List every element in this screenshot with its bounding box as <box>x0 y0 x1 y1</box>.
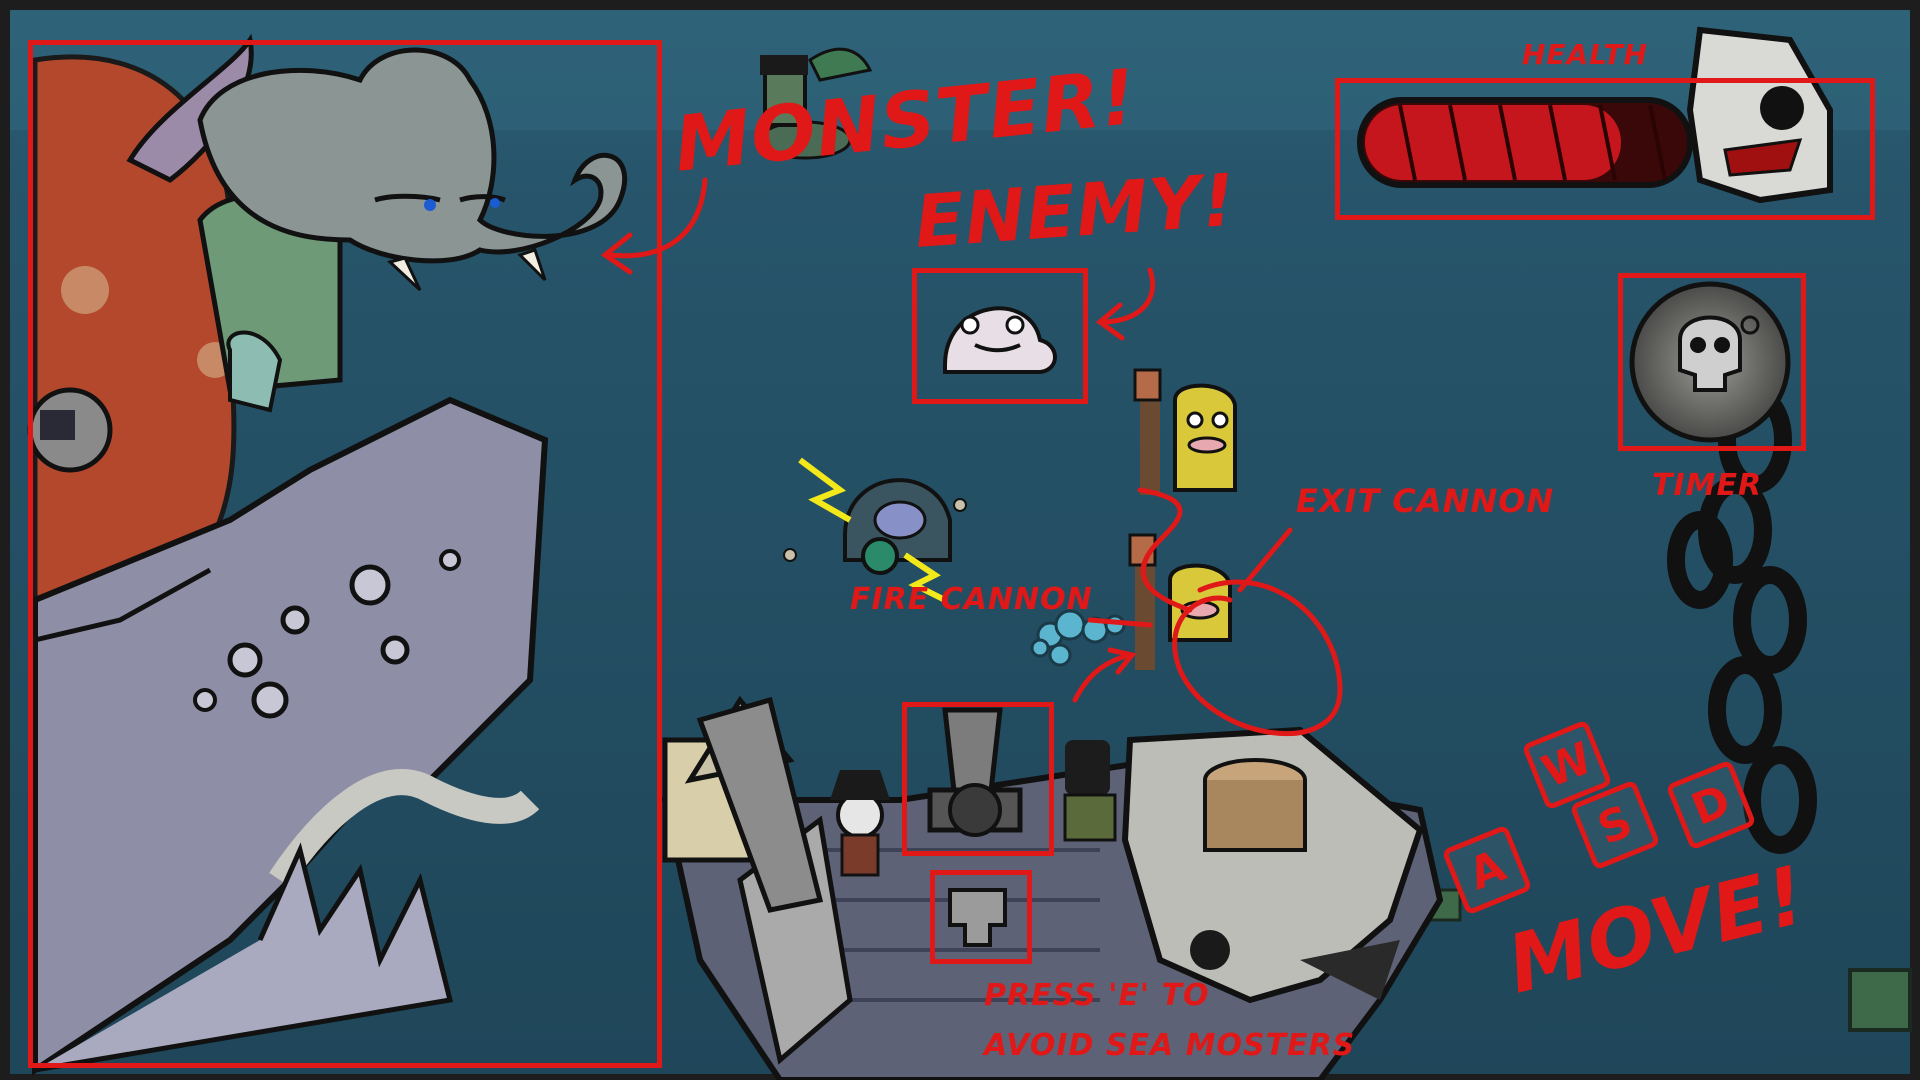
exit-hatch-box[interactable] <box>930 870 1032 964</box>
health-bar-box <box>1335 78 1875 220</box>
health-label: HEALTH <box>1522 38 1648 71</box>
press-e-label-line2: AVOID SEA MOSTERS <box>984 1028 1356 1063</box>
fire-cannon-label: FIRE CANNON <box>850 582 1093 617</box>
enemy-highlight-box <box>912 268 1088 404</box>
monster-highlight-box <box>28 40 662 1068</box>
timer-box <box>1618 273 1806 451</box>
cannon-highlight-box[interactable] <box>902 702 1054 856</box>
exit-cannon-label: EXIT CANNON <box>1296 482 1555 520</box>
press-e-label-line1: PRESS 'E' TO <box>984 978 1210 1013</box>
timer-label: TIMER <box>1652 468 1763 503</box>
